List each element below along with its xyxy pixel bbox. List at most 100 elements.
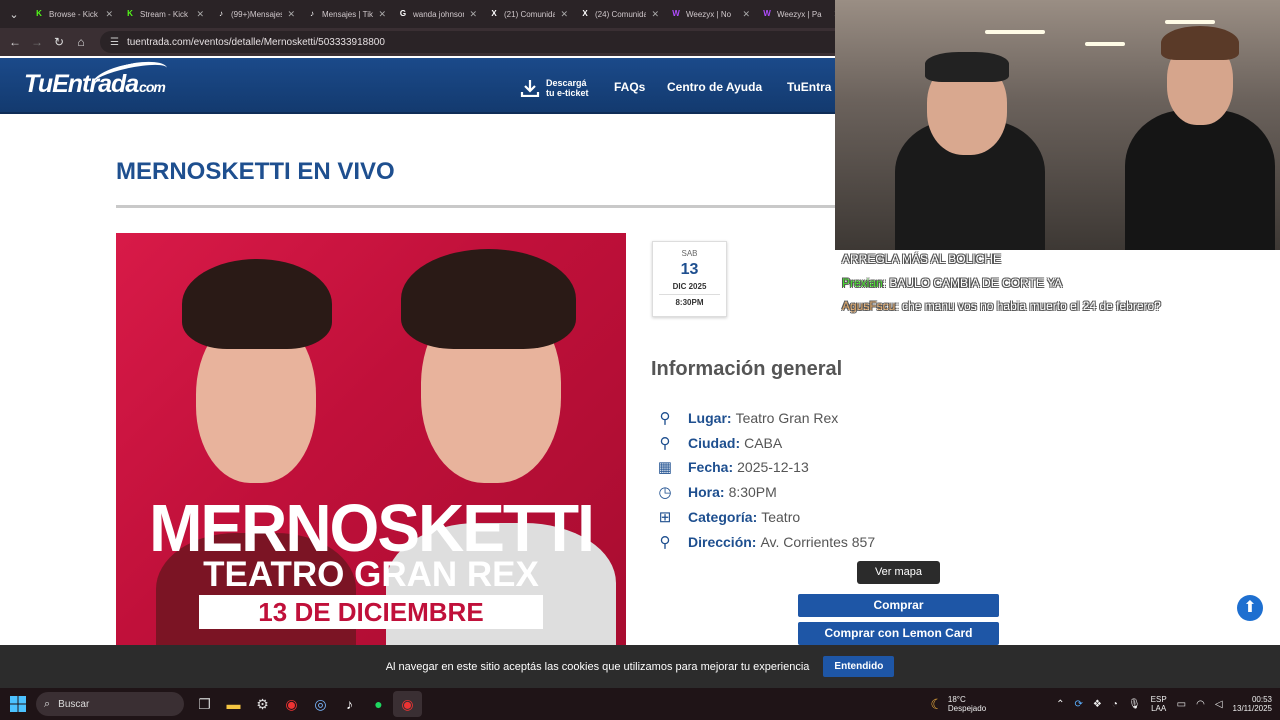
info-value: CABA [744,434,783,451]
address-bar[interactable]: ☰ tuentrada.com/eventos/detalle/Mernoske… [100,31,860,53]
streamer-right-body [1125,110,1275,250]
cookie-banner: Al navegar en este sitio aceptás las coo… [0,645,1280,688]
info-label: Hora: [688,484,725,501]
tiktok-icon: ♪ [310,9,314,18]
close-tab-icon[interactable]: ✕ [742,9,750,20]
kick-icon: K [36,9,42,18]
tray-network-icon[interactable]: ◔ [1112,699,1118,710]
date-card: SAB 13 DIC 2025 8:30PM [652,241,727,317]
info-heading: Información general [651,358,843,380]
location-pin-icon: ⚲ [659,533,671,551]
poster-date: 13 DE DICIEMBRE [199,595,543,629]
file-explorer-icon[interactable]: ▬ [219,691,248,717]
tray-sync-icon[interactable]: ⟳ [1075,699,1083,710]
close-tab-icon[interactable]: ✕ [560,9,568,20]
clock-date: 13/11/2025 [1232,704,1272,713]
close-tab-icon[interactable]: ✕ [105,9,113,20]
info-value: Teatro [761,508,801,525]
close-tab-icon[interactable]: ✕ [287,9,295,20]
browser-tab[interactable]: X (21) Comunidad ✕ [483,3,574,25]
buy-button[interactable]: Comprar [798,594,999,617]
tab-title: Mensajes | TikTok [322,9,373,19]
close-tab-icon[interactable]: ✕ [651,9,659,20]
buy-lemon-card-button[interactable]: Comprar con Lemon Card [798,622,999,645]
download-eticket-link[interactable]: Descargá tu e-ticket [520,78,589,98]
date-card-time: 8:30PM [659,294,720,307]
steam-icon[interactable]: ◎ [306,691,335,717]
wifi-icon[interactable]: ◠ [1196,699,1205,710]
x-icon: X [491,9,497,18]
date-card-weekday: SAB [681,249,698,258]
forward-arrow-icon[interactable]: → [28,33,46,51]
chat-text: ARREGLA MÁS AL BOLICHE [842,252,1001,266]
tiktok-icon[interactable]: ♪ [335,691,364,717]
info-row: ▦ Fecha: 2025-12-13 [656,457,809,477]
tab-title: Weezyx | Pa [777,9,822,19]
browser-tab[interactable]: ♪ Mensajes | TikTok ✕ [301,3,392,25]
google-icon: G [399,9,407,18]
info-label: Dirección: [688,533,757,550]
view-map-button[interactable]: Ver mapa [857,561,940,584]
scroll-to-top-icon[interactable]: ⬆ [1237,595,1263,621]
kick-icon: K [127,9,133,18]
close-tab-icon[interactable]: ✕ [196,9,204,20]
info-label: Ciudad: [688,434,741,451]
chrome-icon[interactable]: ◉ [277,691,306,717]
tab-title: (24) Comunidad [595,9,647,19]
weather-moon-icon: ☾ [930,695,943,712]
task-view-icon[interactable]: ❐ [190,691,219,717]
cookie-accept-button[interactable]: Entendido [823,656,895,677]
weather-widget[interactable]: ☾ 18°C Despejado [930,695,986,713]
browser-tab[interactable]: ♪ (99+)Mensajes ✕ [210,3,301,25]
tab-search-chevron-icon[interactable]: ⌄ [4,4,24,24]
back-arrow-icon[interactable]: ← [6,33,24,51]
volume-icon[interactable]: ◁ [1215,699,1223,710]
category-grid-icon: ⊞ [658,508,672,526]
close-tab-icon[interactable]: ✕ [469,9,477,20]
browser-tab[interactable]: W Weezyx | No ✕ [665,3,756,25]
tab-title: Browse - Kick [49,9,98,19]
browser-tab[interactable]: K Stream - Kick ✕ [119,3,210,25]
chrome-active-icon[interactable]: ◉ [393,691,422,717]
info-row: ⚲ Ciudad: CABA [656,433,783,453]
site-info-icon[interactable]: ☰ [110,37,119,48]
reload-icon[interactable]: ↻ [50,33,68,51]
browser-tab[interactable]: Gwanda johnson ✕ [392,3,483,25]
chat-message: Prexian: BAULO CAMBIA DE CORTE YA [842,276,1062,290]
settings-app-icon[interactable]: ⚙ [248,691,277,717]
nav-tuentrada[interactable]: TuEntra [787,80,831,94]
browser-tab[interactable]: X (24) Comunidad ✕ [574,3,665,25]
info-row: ◷ Hora: 8:30PM [656,482,776,502]
date-card-month: DIC 2025 [672,282,707,291]
home-icon[interactable]: ⌂ [72,33,90,51]
nav-help-center[interactable]: Centro de Ayuda [667,80,762,94]
streamer-right-hair [1161,26,1239,60]
weather-temp: 18°C [947,695,966,704]
nav-faqs[interactable]: FAQs [614,80,645,94]
clock-icon: ◷ [658,484,672,502]
info-label: Categoría: [688,508,758,525]
clock[interactable]: 00:53 13/11/2025 [1233,695,1272,713]
chat-message: ARREGLA MÁS AL BOLICHE [842,252,1001,266]
display-icon[interactable]: ▭ [1177,699,1186,710]
browser-tab[interactable]: WWeezyx | Pa✕ [756,3,847,25]
tab-title: (21) Comunidad [504,9,556,19]
lang-line2: LAA [1151,704,1167,713]
tray-app-icon[interactable]: ❖ [1093,699,1102,710]
spotify-icon[interactable]: ● [364,691,393,717]
chat-username: AgusFscu [842,299,896,313]
browser-tab[interactable]: K Browse - Kick ✕ [28,3,119,25]
tab-title: Weezyx | No [686,9,732,19]
microphone-icon[interactable]: 🎙 [1128,699,1141,710]
language-indicator[interactable]: ESP LAA [1151,695,1167,713]
start-button[interactable] [0,696,36,712]
event-poster-image: MERNOSKETTI TEATRO GRAN REX 13 DE DICIEM… [116,233,626,645]
taskbar-search[interactable]: ⌕ Buscar [36,692,184,716]
chat-username: Prexian [842,275,883,290]
tab-title: (99+)Mensajes [231,9,283,19]
calendar-icon: ▦ [657,459,673,477]
close-tab-icon[interactable]: ✕ [378,9,386,20]
weezyx-icon: W [763,9,771,18]
tray-chevron-icon[interactable]: ⌃ [1056,699,1064,710]
download-line2: tu e-ticket [546,88,589,98]
